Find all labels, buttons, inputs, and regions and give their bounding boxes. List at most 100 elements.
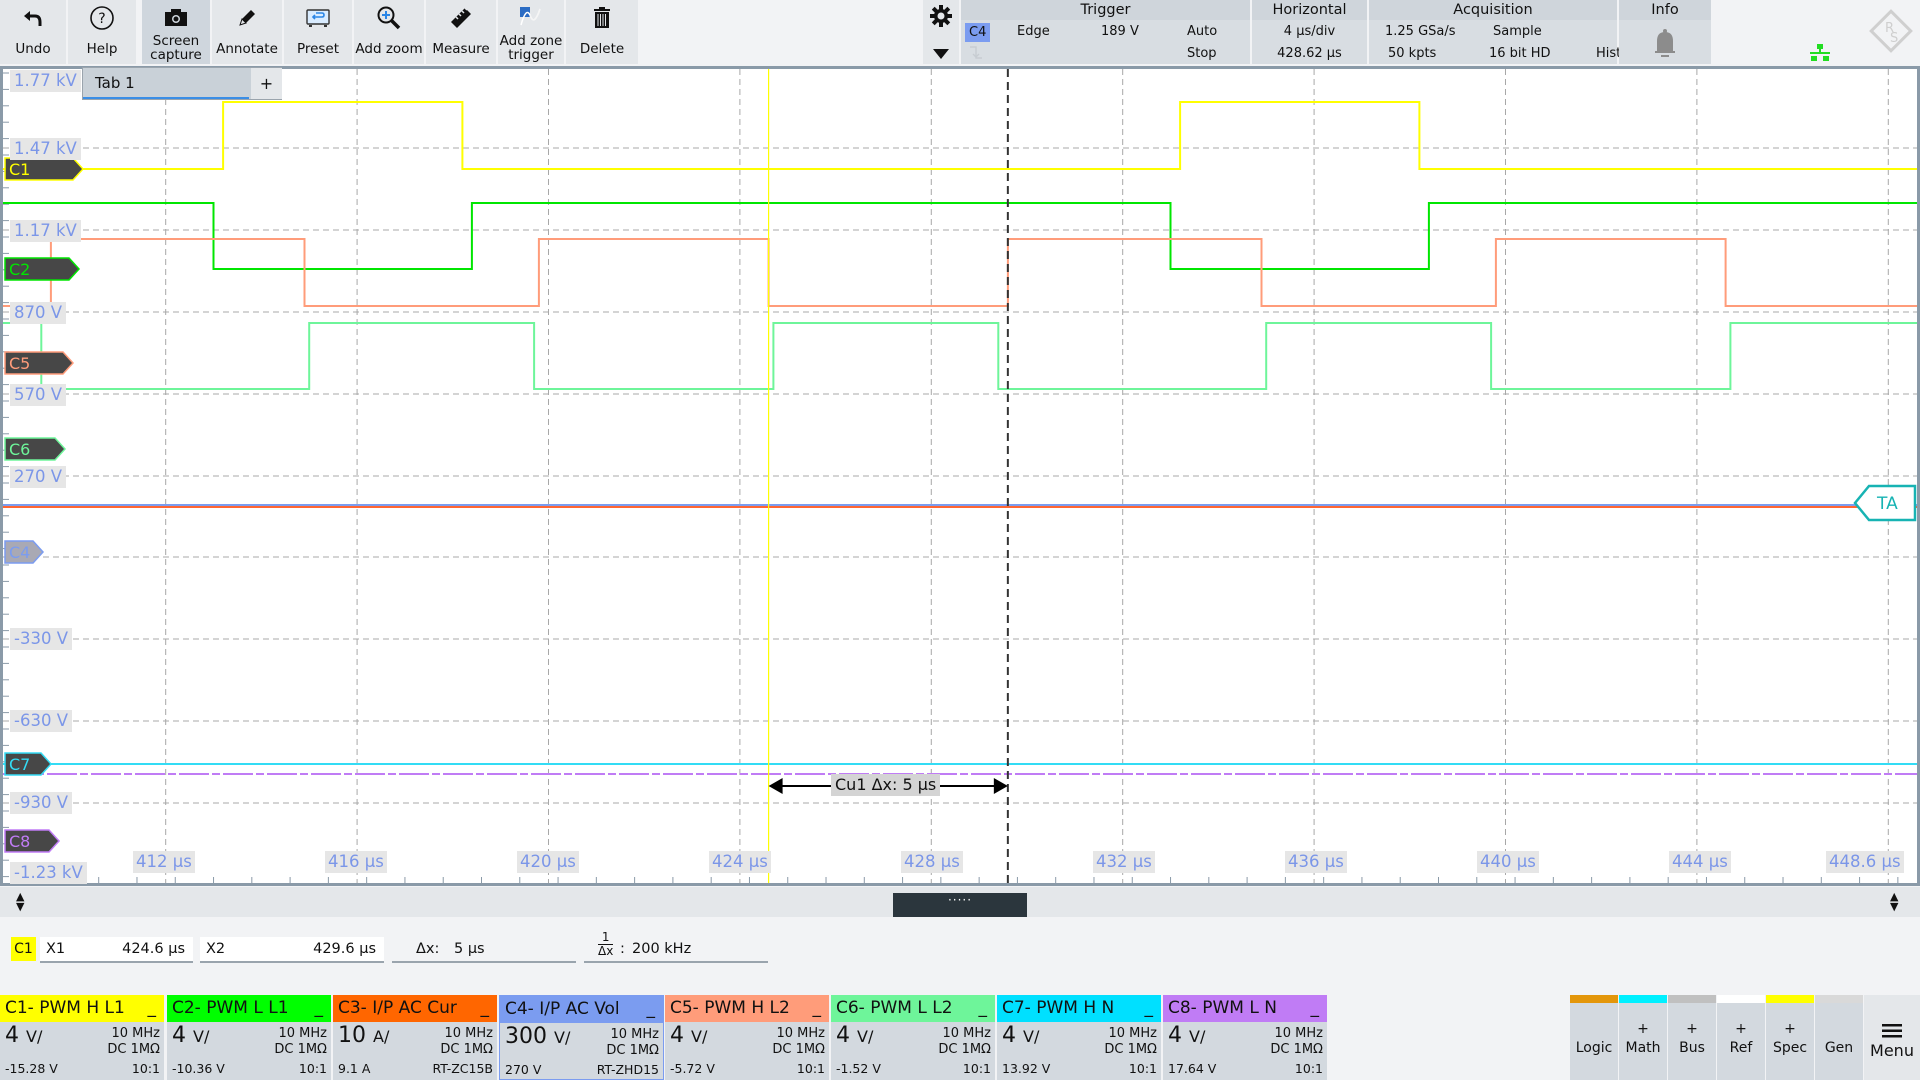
settings-dropdown[interactable] (923, 0, 959, 64)
channel-8-panel[interactable]: C8- PWM L N _ 4 V/10 MHz DC 1MΩ 17.64 V 10:1 (1163, 995, 1328, 1080)
minimize-icon[interactable]: _ (315, 995, 324, 1022)
channel-probe: 10:1 (962, 1061, 991, 1076)
channel-label[interactable]: C1- PWM H L1 _ (0, 995, 164, 1022)
preset-icon (305, 2, 331, 34)
undo-icon (21, 2, 45, 34)
add-zone-trigger-button[interactable]: Add zone trigger (498, 0, 564, 64)
add-gen-button[interactable]: Gen (1815, 995, 1863, 1080)
waveform-c1 (3, 101, 1917, 170)
channel-label[interactable]: C3- I/P AC Cur _ (333, 995, 497, 1022)
channel-vertical-scale[interactable]: 4 V/ (670, 1023, 707, 1048)
channel-offset: -10.36 V (172, 1061, 225, 1076)
add-zoom-button[interactable]: Add zoom (354, 0, 424, 64)
resize-up-down-icon-left[interactable]: ▲ ▼ (16, 891, 24, 912)
channel-label[interactable]: C7- PWM H N _ (997, 995, 1161, 1022)
info-panel[interactable]: Info (1619, 0, 1711, 64)
trigger-panel[interactable]: Trigger C4 Edge 189 V Auto Stop (961, 0, 1250, 64)
channel-bandwidth-coupling: 10 MHz DC 1MΩ (1104, 1026, 1157, 1057)
channel-offset: 270 V (505, 1062, 542, 1077)
channel-6-panel[interactable]: C6- PWM L L2 _ 4 V/10 MHz DC 1MΩ -1.52 V 10:1 (831, 995, 996, 1080)
trigger-mode: Auto (1187, 24, 1218, 39)
channel-bandwidth-coupling: 10 MHz DC 1MΩ (772, 1026, 825, 1057)
y-axis-label: -1.23 kV (10, 862, 87, 884)
add-ref-button[interactable]: + Ref (1717, 995, 1765, 1080)
channel-vertical-scale[interactable]: 4 V/ (1168, 1023, 1205, 1048)
cursor-x2-field[interactable]: X2 429.6 µs (200, 937, 384, 963)
measure-button[interactable]: Measure (426, 0, 496, 64)
channel-offset: 17.64 V (1168, 1061, 1217, 1076)
channel-1-panel[interactable]: C1- PWM H L1 _ 4 V/10 MHz DC 1MΩ -15.28 V 10:… (0, 995, 165, 1080)
channel-vertical-scale[interactable]: 4 V/ (172, 1023, 209, 1048)
bell-icon (1653, 29, 1677, 63)
camera-icon (163, 2, 189, 34)
cursor-arrow-right-icon (993, 778, 1008, 794)
minimize-icon[interactable]: _ (979, 995, 988, 1022)
channel-offset: 13.92 V (1002, 1061, 1051, 1076)
cursor-source-badge[interactable]: C1 (11, 937, 36, 961)
add-spec-button[interactable]: + Spec (1766, 995, 1814, 1080)
help-button[interactable]: ? Help (68, 0, 136, 64)
channel-label[interactable]: C6- PWM L L2 _ (831, 995, 995, 1022)
channel-vertical-scale[interactable]: 4 V/ (1002, 1023, 1039, 1048)
minimize-icon[interactable]: _ (481, 995, 490, 1022)
waveform-display[interactable]: C1 C2 C5 C6 C4 C7 C8 TA (0, 66, 1920, 886)
trigger-marker-label: TA (1876, 494, 1898, 514)
tab-1[interactable]: Tab 1 (83, 68, 249, 99)
trigger-title: Trigger (961, 0, 1250, 20)
channel-vertical-scale[interactable]: 300 V/ (505, 1024, 570, 1049)
add-tab-button[interactable]: + (251, 68, 282, 99)
channel-marker-label: C4 (9, 543, 30, 562)
screen-capture-button[interactable]: Screen capture (142, 0, 210, 64)
record-length: 50 kpts (1388, 46, 1437, 61)
minimize-icon[interactable]: _ (647, 996, 656, 1023)
channel-7-panel[interactable]: C7- PWM H N _ 4 V/10 MHz DC 1MΩ 13.92 V 10:1 (997, 995, 1162, 1080)
acquisition-title: Acquisition (1369, 0, 1617, 20)
color-strip (1668, 995, 1716, 1003)
color-strip (1717, 995, 1765, 1003)
channel-4-panel[interactable]: C4- I/P AC Vol _ 300 V/10 MHz DC 1MΩ 270 V RT… (499, 995, 664, 1080)
preset-button[interactable]: Preset (284, 0, 352, 64)
channel-label[interactable]: C8- PWM L N _ (1163, 995, 1327, 1022)
channel-probe: 10:1 (298, 1061, 327, 1076)
rs-logo: RS (1866, 6, 1916, 60)
scroll-thumb[interactable]: ····· (893, 893, 1027, 917)
channel-vertical-scale[interactable]: 4 V/ (836, 1023, 873, 1048)
help-icon: ? (89, 2, 115, 34)
channel-label[interactable]: C4- I/P AC Vol _ (500, 996, 663, 1023)
minimize-icon[interactable]: _ (1145, 995, 1154, 1022)
channel-2-panel[interactable]: C2- PWM L L1 _ 4 V/10 MHz DC 1MΩ -10.36 V 10:… (167, 995, 332, 1080)
channel-probe: 10:1 (796, 1061, 825, 1076)
annotate-button[interactable]: Annotate (212, 0, 282, 64)
cursor-delta-label: Cu1 Δx: 5 µs (831, 774, 941, 796)
x-axis-label: 420 µs (517, 851, 579, 873)
minimize-icon[interactable]: _ (1311, 995, 1320, 1022)
channel-offset: -5.72 V (670, 1061, 715, 1076)
y-axis-label: 1.47 kV (10, 138, 81, 160)
channel-5-panel[interactable]: C5- PWM H L2 _ 4 V/10 MHz DC 1MΩ -5.72 V 10:1 (665, 995, 830, 1080)
channel-bandwidth-coupling: 10 MHz DC 1MΩ (606, 1027, 659, 1058)
waveform-canvas[interactable]: C1 C2 C5 C6 C4 C7 C8 TA (3, 69, 1917, 883)
pencil-icon (235, 2, 259, 34)
channel-3-panel[interactable]: C3- I/P AC Cur _ 10 A/10 MHz DC 1MΩ 9.1 A RT-… (333, 995, 498, 1080)
acquisition-panel[interactable]: Acquisition 1.25 GSa/s Sample 50 kpts 16… (1369, 0, 1634, 64)
menu-button[interactable]: Menu (1864, 995, 1920, 1080)
network-icon (1810, 44, 1830, 66)
add-logic-button[interactable]: Logic (1570, 995, 1618, 1080)
channel-label[interactable]: C5- PWM H L2 _ (665, 995, 829, 1022)
minimize-icon[interactable]: _ (148, 995, 157, 1022)
tab-bar: Tab 1 + (82, 67, 282, 100)
channel-vertical-scale[interactable]: 4 V/ (5, 1023, 42, 1048)
horizontal-panel[interactable]: Horizontal 4 µs/div 428.62 µs (1252, 0, 1367, 64)
add-math-button[interactable]: + Math (1619, 995, 1667, 1080)
resize-up-down-icon-right[interactable]: ▲ ▼ (1890, 891, 1898, 912)
cursor-x1-field[interactable]: X1 424.6 µs (40, 937, 193, 963)
minimize-icon[interactable]: _ (813, 995, 822, 1022)
add-bus-button[interactable]: + Bus (1668, 995, 1716, 1080)
undo-button[interactable]: Undo (0, 0, 66, 64)
channel-vertical-scale[interactable]: 10 A/ (338, 1023, 389, 1048)
svg-text:S: S (1890, 31, 1898, 46)
x-axis-label: 432 µs (1093, 851, 1155, 873)
delete-button[interactable]: Delete (566, 0, 638, 64)
sample-rate: 1.25 GSa/s (1385, 24, 1456, 39)
channel-label[interactable]: C2- PWM L L1 _ (167, 995, 331, 1022)
